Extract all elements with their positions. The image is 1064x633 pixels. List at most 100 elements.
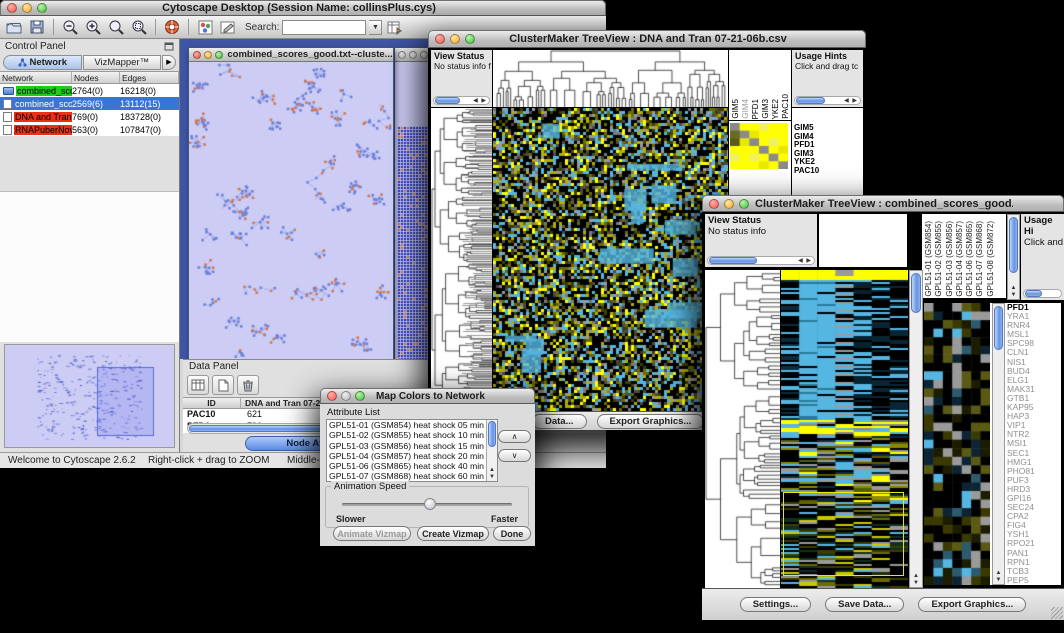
id-column-header[interactable]: ID <box>183 398 241 408</box>
column-label[interactable]: GPL51-02 (GSM855) <box>934 221 943 297</box>
column-dendrogram-area[interactable] <box>819 214 907 267</box>
treeview-button[interactable]: Export Graphics... <box>918 597 1026 612</box>
zoom-button[interactable] <box>465 34 475 44</box>
column-label[interactable]: PFD1 <box>751 99 760 119</box>
close-button[interactable] <box>7 3 17 13</box>
row-dendrogram-canvas[interactable] <box>705 270 780 588</box>
gene-list-scrollbar[interactable]: ▲▼ <box>992 303 1005 585</box>
create-vizmap-button[interactable]: Create Vizmap <box>417 526 489 541</box>
close-button[interactable] <box>709 199 719 209</box>
delete-attribute-icon[interactable] <box>237 375 259 395</box>
column-label[interactable]: GIM4 <box>741 99 750 119</box>
column-label[interactable]: YKE2 <box>771 99 780 119</box>
network-row[interactable]: RNAPuberNov2+I 563(0) 107847(0) <box>0 123 179 136</box>
minimize-button[interactable] <box>204 51 212 59</box>
column-nodes[interactable]: Nodes <box>72 72 120 83</box>
select-attributes-icon[interactable] <box>187 375 209 395</box>
usage-hints-scrollbar[interactable]: ◀ ▶ <box>794 96 861 105</box>
attribute-browser-icon[interactable] <box>385 18 405 37</box>
network-view-canvas[interactable] <box>189 62 393 359</box>
network-view-1-titlebar[interactable]: combined_scores_good.txt--cluste... <box>189 48 393 62</box>
network-view-window-1[interactable]: combined_scores_good.txt--cluste... <box>188 47 394 359</box>
new-attribute-icon[interactable] <box>212 375 234 395</box>
column-label[interactable]: GPL51-08 (GSM872) <box>986 221 995 297</box>
minimize-button[interactable] <box>341 391 351 401</box>
minimize-button[interactable] <box>22 3 32 13</box>
attribute-item[interactable]: GPL51-01 (GSM854) heat shock 05 min <box>329 420 497 430</box>
treeview-button[interactable]: Save Data... <box>825 597 904 612</box>
zoom-button[interactable] <box>37 3 47 13</box>
dialog-titlebar[interactable]: Map Colors to Network <box>320 388 535 404</box>
column-label[interactable]: GPL51-03 (GSM856) <box>945 221 954 297</box>
zoom-button[interactable] <box>215 51 223 59</box>
treeview-dna-titlebar[interactable]: ClusterMaker TreeView : DNA and Tran 07-… <box>428 30 866 48</box>
heatmap-canvas[interactable] <box>493 108 728 411</box>
heatmap-vscrollbar[interactable]: ▲▼ <box>909 270 923 588</box>
network-view-2-titlebar[interactable] <box>395 48 431 62</box>
network-view-window-2[interactable] <box>394 47 432 359</box>
close-button[interactable] <box>398 51 406 59</box>
dense-network-canvas[interactable] <box>397 126 431 359</box>
treeview-combined-titlebar[interactable]: ClusterMaker TreeView : combined_scores_… <box>702 195 1064 212</box>
zoom-selected-icon[interactable] <box>129 18 149 37</box>
attribute-list-scrollbar[interactable]: ▲▼ <box>486 420 497 481</box>
zoom-in-icon[interactable] <box>83 18 103 37</box>
close-button[interactable] <box>327 391 337 401</box>
tab-network[interactable]: Network <box>3 55 82 70</box>
minimize-button[interactable] <box>724 199 734 209</box>
annotation-icon[interactable] <box>218 18 238 37</box>
network-overview-panel[interactable] <box>4 344 175 448</box>
attribute-item[interactable]: GPL51-04 (GSM857) heat shock 20 min <box>329 451 497 461</box>
help-ring-icon[interactable] <box>162 18 182 37</box>
network-row[interactable]: combined_sco 2569(6) 13112(15) <box>0 97 179 110</box>
save-icon[interactable] <box>27 18 47 37</box>
tab-overflow-arrow[interactable]: ▶ <box>162 55 176 70</box>
speed-slider-thumb[interactable] <box>424 498 436 510</box>
column-label[interactable]: PAC10 <box>781 94 790 119</box>
zoom-heatmap-canvas[interactable] <box>924 303 990 585</box>
heatmap-selection-rect[interactable] <box>783 492 904 576</box>
zoom-button[interactable] <box>355 391 365 401</box>
zoom-heatmap-canvas[interactable] <box>730 123 788 169</box>
move-up-button[interactable]: ∧ <box>498 430 531 443</box>
open-folder-icon[interactable] <box>4 18 24 37</box>
column-edges[interactable]: Edges <box>120 72 179 83</box>
column-label[interactable]: GPL51-04 (GSM857) <box>955 221 964 297</box>
view-status-scrollbar[interactable]: ◀ ▶ <box>707 256 815 265</box>
treeview-button[interactable]: Settings... <box>740 597 811 612</box>
gene-label[interactable]: PAC10 <box>794 167 863 176</box>
column-labels-scrollbar[interactable]: ▲▼ <box>1007 214 1020 300</box>
usage-hints-scrollbar[interactable] <box>1023 289 1062 298</box>
resize-grip[interactable] <box>1051 607 1063 619</box>
minimize-button[interactable] <box>450 34 460 44</box>
column-dendrogram-canvas[interactable] <box>493 50 728 107</box>
column-label[interactable]: GPL51-01 (GSM854) <box>924 221 933 297</box>
float-panel-icon[interactable] <box>164 42 174 51</box>
treeview-button[interactable]: Data... <box>532 414 587 429</box>
network-row[interactable]: DNA and Tran 07 769(0) 183728(0) <box>0 110 179 123</box>
column-label[interactable]: GIM3 <box>761 99 770 119</box>
search-dropdown-arrow[interactable]: ▼ <box>369 20 382 35</box>
attribute-item[interactable]: GPL51-02 (GSM855) heat shock 10 min <box>329 430 497 440</box>
speed-slider[interactable] <box>342 503 512 506</box>
move-down-button[interactable]: ∨ <box>498 449 531 462</box>
done-button[interactable]: Done <box>493 526 531 541</box>
network-overview-canvas[interactable] <box>5 345 173 445</box>
animate-vizmap-button[interactable]: Animate Vizmap <box>333 526 411 541</box>
zoom-button[interactable] <box>739 199 749 209</box>
column-label[interactable]: GIM5 <box>731 99 740 119</box>
attribute-item[interactable]: GPL51-06 (GSM865) heat shock 40 min <box>329 461 497 471</box>
column-label[interactable]: GPL51-06 (GSM865) <box>965 221 974 297</box>
close-button[interactable] <box>193 51 201 59</box>
tab-vizmapper[interactable]: VizMapper™ <box>83 55 162 70</box>
zoom-fit-icon[interactable] <box>106 18 126 37</box>
zoom-button[interactable] <box>420 51 428 59</box>
treeview-button[interactable]: Export Graphics... <box>597 414 705 429</box>
cytoscape-titlebar[interactable]: Cytoscape Desktop (Session Name: collins… <box>0 0 606 16</box>
search-input[interactable] <box>282 20 366 35</box>
scrollbar-thumb[interactable] <box>488 421 496 447</box>
minimize-button[interactable] <box>409 51 417 59</box>
view-status-scrollbar[interactable]: ◀ ▶ <box>433 96 490 105</box>
vizmapper-icon[interactable] <box>195 18 215 37</box>
close-button[interactable] <box>435 34 445 44</box>
